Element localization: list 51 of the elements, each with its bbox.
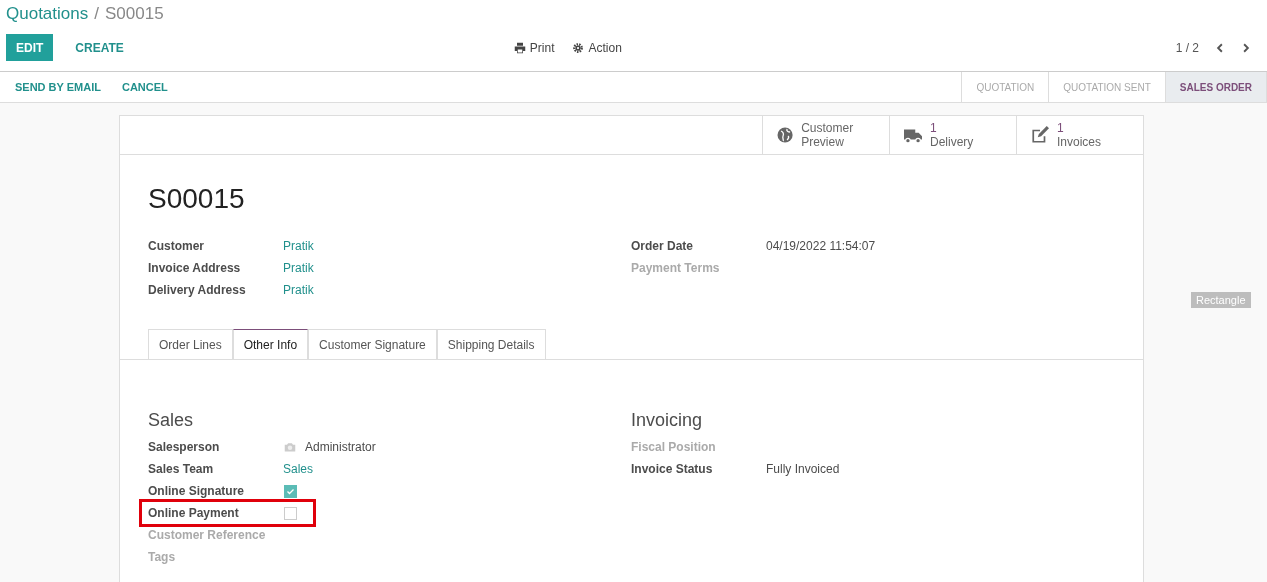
gear-icon [572,41,585,54]
field-link[interactable]: Pratik [283,261,314,275]
printer-icon [513,41,526,54]
edit-button[interactable]: EDIT [6,34,54,61]
field-label: Customer [148,239,205,253]
group-title: Invoicing [631,410,704,432]
notebook-tab[interactable]: Other Info [232,329,309,359]
field-value: Fully Invoiced [766,462,840,476]
status-stage[interactable]: QUOTATION [962,72,1050,102]
status-stage[interactable]: SALES ORDER [1165,72,1267,102]
globe-icon [777,126,794,144]
field-label: Payment Terms [631,261,721,275]
chevron-left-icon [1215,41,1225,54]
breadcrumb-link[interactable]: Quotations [6,4,89,24]
breadcrumb-separator: / [94,4,99,24]
overlay-label: Rectangle [1191,292,1251,308]
camera-icon [283,441,297,453]
chevron-right-icon [1241,41,1251,54]
checkbox[interactable] [284,484,297,498]
field-value: Administrator [305,440,376,454]
field-value: 04/19/2022 11:54:07 [766,239,876,253]
field-link[interactable]: Sales [283,462,314,476]
field-link[interactable]: Pratik [283,283,314,297]
notebook-tab[interactable]: Shipping Details [436,329,546,359]
breadcrumb-current: S00015 [104,4,164,24]
notebook-tab[interactable]: Customer Signature [308,329,437,359]
field-label: Delivery Address [148,283,247,297]
send-email-button[interactable]: SEND BY EMAIL [0,73,101,101]
edit-icon [1031,126,1049,144]
field-label: Customer Reference [148,528,267,542]
print-button[interactable]: Print [513,40,555,55]
field-label: Online Payment [148,506,240,520]
action-button[interactable]: Action [572,40,622,55]
field-link[interactable]: Pratik [283,239,314,253]
group-title: Sales [148,410,195,432]
notebook-tab[interactable]: Order Lines [148,329,233,359]
field-label: Online Signature [148,484,245,498]
create-button[interactable]: CREATE [65,34,134,61]
field-label: Invoice Address [148,261,242,275]
record-title: S00015 [148,183,246,216]
field-label: Order Date [631,239,695,253]
truck-icon [904,126,922,144]
field-label: Invoice Status [631,462,714,476]
pager-counter: 1 / 2 [1175,40,1199,55]
status-stage[interactable]: QUOTATION SENT [1049,72,1166,102]
field-label: Fiscal Position [631,440,717,454]
field-label: Tags [148,550,177,564]
checkbox[interactable] [284,506,297,520]
field-label: Sales Team [148,462,215,476]
field-label: Salesperson [148,440,221,454]
cancel-button[interactable]: CANCEL [107,73,168,101]
